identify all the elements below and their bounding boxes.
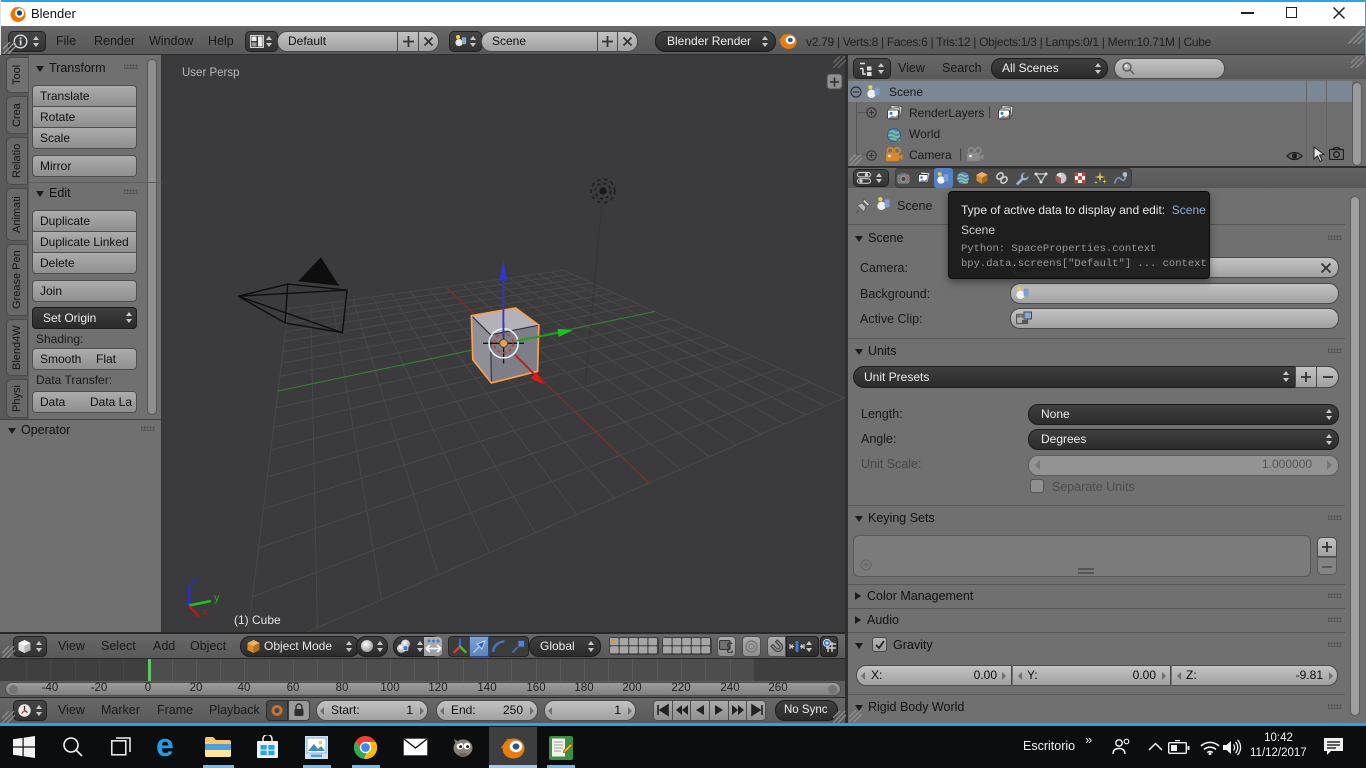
svg-text:y: y xyxy=(214,592,220,604)
svg-text:x: x xyxy=(202,606,208,618)
svg-text:User Persp: User Persp xyxy=(182,67,240,79)
svg-text:z: z xyxy=(191,574,197,586)
svg-text:(1) Cube: (1) Cube xyxy=(234,613,281,627)
